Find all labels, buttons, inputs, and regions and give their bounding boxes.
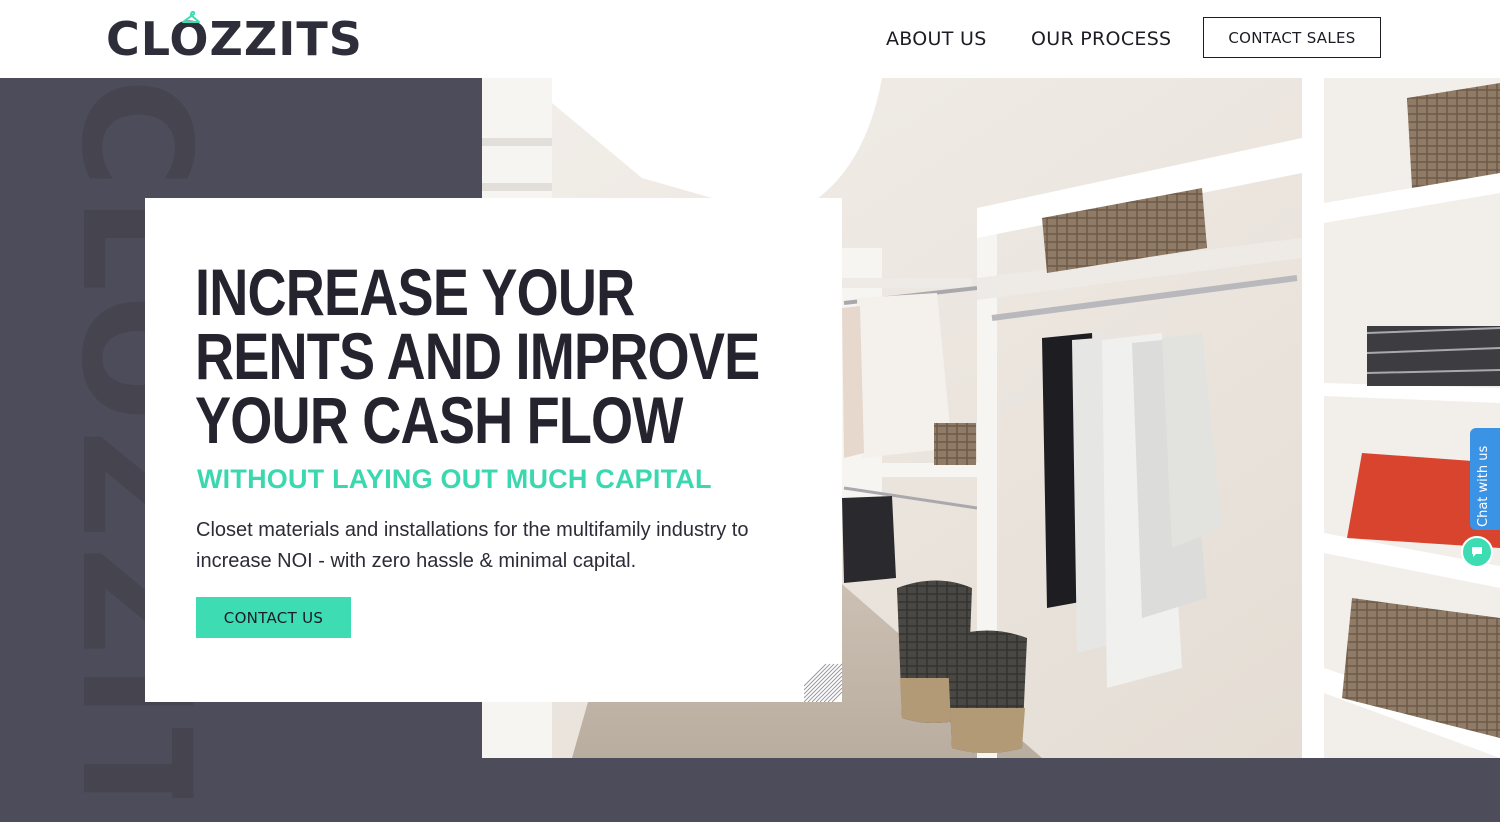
chat-tab-label[interactable]: Chat with us: [1476, 446, 1491, 527]
nav-process: OUR PROCESS: [1031, 0, 1171, 78]
logo[interactable]: CLOZZITS: [106, 10, 363, 66]
hero-card: INCREASE YOUR RENTS AND IMPROVE YOUR CAS…: [145, 198, 842, 702]
logo-text: CLOZZITS: [106, 12, 363, 66]
contact-us-button[interactable]: CONTACT US: [196, 597, 351, 638]
hero-subheadline: WITHOUT LAYING OUT MUCH CAPITAL: [197, 464, 712, 494]
hanger-icon: [182, 10, 200, 23]
corner-hatch-decoration: [804, 663, 842, 702]
site-header: CLOZZITS ABOUT US OUR PROCESS CONTACT SA…: [0, 0, 1500, 78]
headline-line-2: RENTS AND IMPROVE: [195, 319, 760, 393]
hero-headline: INCREASE YOUR RENTS AND IMPROVE YOUR CAS…: [195, 255, 760, 457]
nav-link-about-us[interactable]: ABOUT US: [886, 28, 987, 50]
headline-line-1: INCREASE YOUR: [195, 255, 635, 329]
nav-link-our-process[interactable]: OUR PROCESS: [1031, 28, 1171, 50]
contact-sales-button[interactable]: CONTACT SALES: [1203, 17, 1381, 58]
hero-description: Closet materials and installations for t…: [196, 519, 749, 572]
headline-line-3: YOUR CASH FLOW: [195, 383, 683, 457]
chat-bubble-button[interactable]: [1461, 536, 1493, 568]
chat-bubble-icon: [1472, 547, 1482, 557]
nav-about: ABOUT US: [886, 0, 987, 78]
